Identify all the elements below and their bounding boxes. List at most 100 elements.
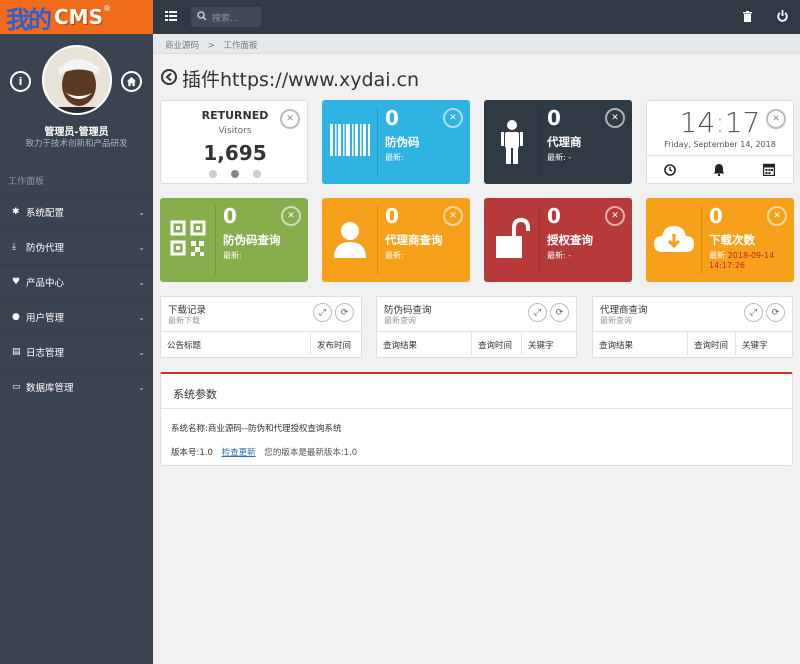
divider <box>377 108 378 176</box>
breadcrumb-item[interactable]: 工作面板 <box>224 41 258 51</box>
clock-date: Friday, September 14, 2018 <box>664 140 776 149</box>
sidebar-item-label: 日志管理 <box>26 348 65 359</box>
column-header: 关键字 <box>528 341 554 351</box>
stat-card-antifake: 0 防伪码 最新: ✕ <box>322 100 470 184</box>
sidebar-item-logs[interactable]: ▤ 日志管理 ⌄ <box>0 334 153 369</box>
menu-heading: 工作面板 <box>8 177 45 187</box>
sidebar-item-label: 产品中心 <box>26 278 65 289</box>
close-icon[interactable]: ✕ <box>280 109 300 129</box>
person-icon <box>490 116 534 166</box>
stat-label: 代理商查询 <box>385 233 443 247</box>
stat-card-downloads: 0 下载次数 最新:2018-09-14 14:17:26 ✕ <box>646 198 794 282</box>
sidebar-item-system-config[interactable]: ✱ 系统配置 ⌄ <box>0 194 153 229</box>
panel-header: 系统参数 <box>161 374 792 409</box>
barcode-icon <box>328 116 372 166</box>
info-icon[interactable]: i <box>10 71 31 92</box>
sidebar-item-label: 系统配置 <box>26 208 65 219</box>
sidebar-item-users[interactable]: ● 用户管理 ⌄ <box>0 299 153 334</box>
carousel-dot[interactable] <box>209 170 217 178</box>
stat-latest: 最新:2018-09-14 14:17:26 <box>709 251 775 270</box>
refresh-icon[interactable]: ⟳ <box>766 303 785 322</box>
clock-icon[interactable] <box>664 164 676 179</box>
sidebar-item-agent[interactable]: ⤓ 防伪代理 ⌄ <box>0 229 153 264</box>
panel-subtitle: 最新查询 <box>384 316 416 325</box>
stat-value: 0 <box>547 204 561 228</box>
divider <box>377 206 378 274</box>
chevron-down-icon: ⌄ <box>138 207 145 217</box>
unlock-icon <box>490 214 534 264</box>
expand-icon[interactable]: ⤢ <box>313 303 332 322</box>
stat-value: 0 <box>547 106 561 130</box>
sidebar-item-products[interactable]: ♥ 产品中心 ⌄ <box>0 264 153 299</box>
panel-title: 系统参数 <box>173 388 217 401</box>
close-icon[interactable]: ✕ <box>443 108 463 128</box>
system-name-row: 系统名称:商业源码--防伪和代理授权查询系统 <box>171 422 342 434</box>
stat-latest: 最新: - <box>547 153 572 162</box>
table-header: 查询结果 查询时间 关键字 <box>377 331 576 355</box>
column-header: 查询结果 <box>593 332 688 355</box>
bell-icon[interactable] <box>713 163 725 179</box>
system-name-label: 系统名称: <box>171 424 208 434</box>
refresh-icon[interactable]: ⟳ <box>335 303 354 322</box>
divider <box>701 206 702 274</box>
close-icon[interactable]: ✕ <box>281 206 301 226</box>
divider <box>215 206 216 274</box>
logo-text-cn: 我的 <box>6 5 52 34</box>
stat-card-agent: 0 代理商 最新: - ✕ <box>484 100 632 184</box>
close-icon[interactable]: ✕ <box>767 206 787 226</box>
stat-label: 授权查询 <box>547 233 593 247</box>
panel-title: 代理商查询 <box>600 305 648 316</box>
column-header: 查询结果 <box>377 332 472 355</box>
system-params-panel: 系统参数 系统名称:商业源码--防伪和代理授权查询系统 版本号:1.0 检查更新… <box>160 372 793 466</box>
close-icon[interactable]: ✕ <box>605 206 625 226</box>
menu-toggle-icon[interactable] <box>165 11 177 24</box>
close-icon[interactable]: ✕ <box>605 108 625 128</box>
system-name-value: 商业源码--防伪和代理授权查询系统 <box>207 424 342 434</box>
search-input[interactable]: 搜索... <box>212 11 239 24</box>
visitors-value: 1,695 <box>203 141 267 165</box>
carousel-dots[interactable] <box>209 170 261 178</box>
user-name: 管理员-管理员 <box>44 127 109 138</box>
stat-card-agent-query: 0 代理商查询 最新: ✕ <box>322 198 470 282</box>
back-circle-icon[interactable] <box>161 68 177 90</box>
sidebar-item-label: 防伪代理 <box>26 243 65 254</box>
visitors-sub: Visitors <box>218 126 252 136</box>
stat-latest: 最新: <box>223 251 242 260</box>
stat-label: 防伪码查询 <box>223 233 281 247</box>
refresh-icon[interactable]: ⟳ <box>550 303 569 322</box>
trash-icon[interactable] <box>743 11 752 25</box>
table-header: 查询结果 查询时间 关键字 <box>593 331 792 355</box>
close-icon[interactable]: ✕ <box>443 206 463 226</box>
close-icon[interactable]: ✕ <box>766 109 786 129</box>
panel-download-records: 下载记录 最新下载 ⤢ ⟳ 公告标题 发布时间 <box>160 296 362 358</box>
expand-icon[interactable]: ⤢ <box>744 303 763 322</box>
sidebar-item-label: 数据库管理 <box>26 383 74 394</box>
chevron-down-icon: ⌄ <box>138 312 145 322</box>
home-icon[interactable] <box>121 71 142 92</box>
avatar[interactable] <box>42 45 112 115</box>
search-box[interactable]: 搜索... <box>191 7 261 27</box>
panel-title: 下载记录 <box>168 305 207 316</box>
expand-icon[interactable]: ⤢ <box>528 303 547 322</box>
stat-latest: 最新: <box>385 251 404 260</box>
power-icon[interactable] <box>777 10 788 25</box>
logo[interactable]: 我的 CMS ® <box>0 0 153 34</box>
carousel-dot-active[interactable] <box>231 170 239 178</box>
breadcrumb-separator: > <box>207 41 215 51</box>
carousel-dot[interactable] <box>253 170 261 178</box>
column-header: 发布时间 <box>317 341 352 351</box>
chevron-down-icon: ⌄ <box>138 347 145 357</box>
visitors-card: RETURNED Visitors 1,695 ✕ <box>160 100 308 184</box>
qrcode-icon <box>166 214 210 264</box>
check-update-link[interactable]: 检查更新 <box>222 448 256 458</box>
breadcrumb-item[interactable]: 商业源码 <box>165 41 199 51</box>
stat-label: 代理商 <box>547 135 582 149</box>
sidebar-item-database[interactable]: ▭ 数据库管理 ⌄ <box>0 369 153 404</box>
search-icon <box>197 10 207 24</box>
calendar-icon[interactable] <box>762 163 776 179</box>
version-row: 版本号:1.0 检查更新 您的版本是最新版本:1.0 <box>171 446 357 458</box>
stat-value: 0 <box>385 106 399 130</box>
version-label: 版本号:1.0 <box>171 448 213 458</box>
column-header: 查询时间 <box>472 332 522 355</box>
column-header: 公告标题 <box>161 332 311 355</box>
